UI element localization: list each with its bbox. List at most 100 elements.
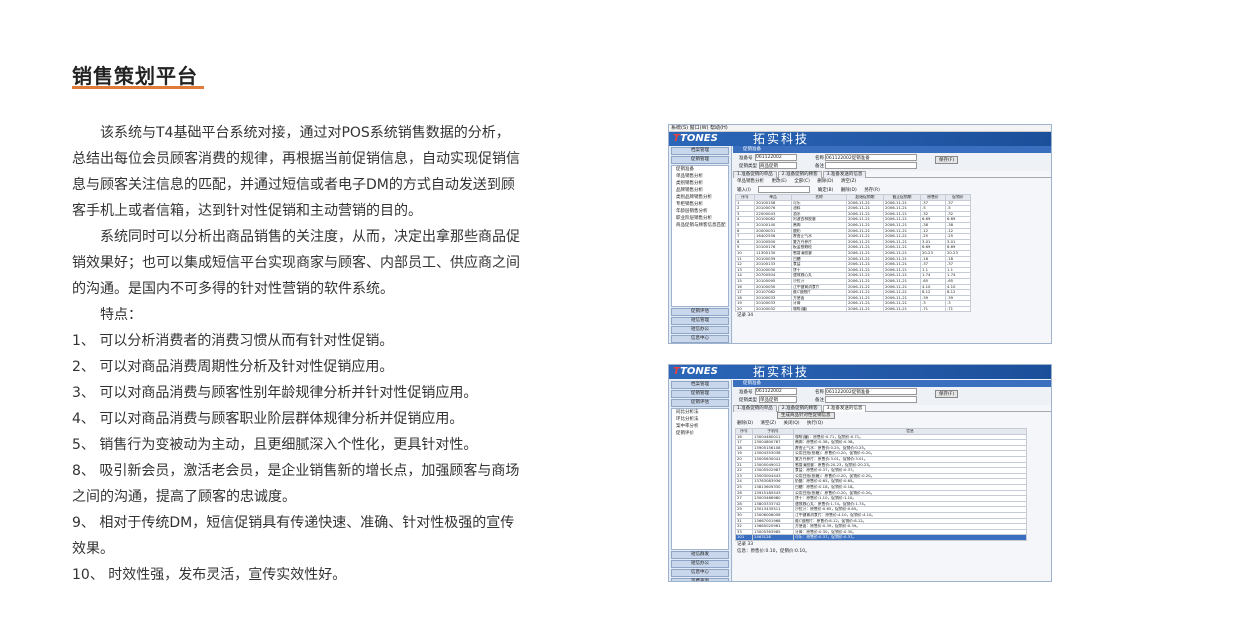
edit-button[interactable]: 更改(E)	[771, 179, 786, 184]
save-as-button[interactable]: 另存(R)	[864, 188, 880, 193]
filter-label: 输入(I)	[737, 188, 751, 193]
nav-button[interactable]: 短信群发	[671, 551, 729, 559]
app-logo: TTONES	[673, 366, 718, 377]
tab-items[interactable]: 1.准备促销的单品	[733, 405, 777, 412]
no-field[interactable]: 061122002	[755, 388, 797, 395]
nav-button[interactable]: 档案管理	[671, 381, 729, 389]
save-button[interactable]: 保存(F)	[935, 390, 959, 398]
tree-item[interactable]: 同比分析法	[672, 409, 728, 416]
sidebar: 档案管理 促销管理 促销评估 同比分析法 环比分析法 案中率分析 促销评价 短信群发 短信办…	[669, 380, 732, 581]
note-label: 备注	[815, 398, 824, 403]
tree-item[interactable]: 促销准备	[672, 166, 728, 173]
feature-item: 2、 可以对商品消费周期性分析及针对性促销应用。	[72, 359, 394, 375]
nav-button[interactable]: 信息中心	[671, 335, 729, 343]
save-button[interactable]: 保存(F)	[935, 156, 959, 164]
tree-item[interactable]: 单品销售分析	[672, 173, 728, 180]
note-field[interactable]	[825, 396, 917, 403]
tab-messages[interactable]: 3.准备发送的信息	[822, 405, 867, 412]
no-field[interactable]: 061122002	[755, 154, 797, 161]
tree-item[interactable]: 年龄层销售分析	[672, 208, 728, 215]
items-table: 序号 单品 名称 起始促销期 截止促销期 原售价 促销价 1 20100158 可乐 2006-11…	[735, 194, 971, 313]
record-count: 记录 33	[737, 541, 754, 547]
type-label: 促销类型	[739, 398, 757, 403]
company-name: 拓实科技	[753, 365, 810, 379]
window-title: 促销准备	[733, 380, 1051, 387]
feature-item: 8、 吸引新会员，激活老会员，是企业销售新的增长点，加强顾客与商场之间的沟通，提…	[72, 463, 520, 505]
table-row[interactable]: 101 2463128 可乐：原售价:0.37，促销价:0.37。	[735, 534, 1027, 541]
nav-button[interactable]: 促销评估	[671, 399, 729, 407]
table-cell: 20100032	[754, 305, 792, 313]
confirm-button[interactable]: 确定(B)	[818, 188, 834, 193]
nav-button[interactable]: 短信管理	[671, 317, 729, 325]
type-field[interactable]: 商品促销	[759, 162, 797, 169]
tree-item[interactable]: 职业阶层销售分析	[672, 215, 728, 222]
main-panel: 促销准备 准备号 061122002 名称 061122002促销准备 促销类型…	[733, 380, 1051, 581]
close-button[interactable]: 关闭(Q)	[783, 421, 799, 426]
name-field[interactable]: 061122002促销准备	[825, 154, 917, 161]
filter-bar: 输入(I) 确定(B) 删除(D) 另存(R)	[733, 186, 1051, 194]
tab-customers[interactable]: 2.准备促销的顾客	[777, 405, 822, 412]
features-label: 特点：	[100, 307, 142, 323]
tab-customers[interactable]: 2.准备促销的顾客	[777, 171, 822, 178]
window-title: 促销准备	[733, 146, 1051, 153]
table-cell: 2006-11-21	[883, 305, 921, 313]
app-banner: TTONES 拓实科技	[669, 365, 1051, 379]
app-screenshot-messages: TTONES 拓实科技 档案管理 促销管理 促销评估 同比分析法 环比分析法 案中率分析…	[668, 364, 1052, 582]
tree-item[interactable]: 品牌销售分析	[672, 187, 728, 194]
article-body: 该系统与T4基础平台系统对接，通过对POS系统销售数据的分析，总结出每位会员顾客…	[72, 120, 522, 588]
no-label: 准备号	[739, 156, 753, 161]
tree-item[interactable]: 促销评价	[672, 430, 728, 437]
message-footer: 信息：原售价:0.10，促销价:0.10。	[737, 548, 810, 554]
name-field[interactable]: 061122002促销准备	[825, 388, 917, 395]
paragraph: 系统同时可以分析出商品销售的关注度，从而，决定出拿那些商品促销效果好；也可以集成…	[72, 229, 520, 297]
sidebar: 档案管理 促销管理 促销准备 单品销售分析 类别销售分析 品牌销售分析 类别品牌销售分析专…	[669, 146, 732, 343]
table-cell: 101	[735, 534, 753, 541]
tab-items[interactable]: 1.准备促销的单品	[733, 171, 777, 178]
delete-button[interactable]: 删除(D)	[817, 179, 833, 184]
tree-item[interactable]: 商品促销与顾客信息匹配	[672, 222, 728, 229]
nav-button[interactable]: 资费查询	[671, 578, 729, 581]
run-button[interactable]: 执行(Q)	[807, 421, 823, 426]
company-name: 拓实科技	[753, 132, 810, 146]
table-cell: .71	[945, 305, 971, 313]
page-title: 销售策划平台	[72, 64, 198, 88]
table-cell: 2463128	[752, 534, 794, 541]
tab-messages[interactable]: 3.准备发送的信息	[822, 171, 867, 178]
feature-item: 1、 可以分析消费者的消费习惯从而有针对性促销。	[72, 333, 394, 349]
remove-button[interactable]: 删除(D)	[841, 188, 857, 193]
paragraph: 该系统与T4基础平台系统对接，通过对POS系统销售数据的分析，总结出每位会员顾客…	[72, 125, 520, 219]
table-cell: 20	[735, 305, 755, 313]
clear-button[interactable]: 清空(Z)	[841, 179, 857, 184]
tree-item[interactable]: 专柜销售分析	[672, 201, 728, 208]
record-count: 记录 34	[737, 313, 754, 319]
nav-button[interactable]: 促销管理	[671, 156, 729, 164]
tree-item[interactable]: 类别品牌销售分析	[672, 194, 728, 201]
clear-button[interactable]: 清空(Z)	[760, 421, 776, 426]
tree-item[interactable]: 类别销售分析	[672, 180, 728, 187]
filter-input[interactable]	[758, 186, 811, 193]
analysis-button[interactable]: 单品销售分析	[737, 179, 764, 184]
app-logo: TTONES	[673, 133, 718, 144]
nav-button[interactable]: 短信办公	[671, 326, 729, 334]
feature-item: 3、 可以对商品消费与顾客性别年龄规律分析并针对性促销应用。	[72, 385, 478, 401]
gen-bar: 生成商品针对性促销信息	[733, 412, 1051, 420]
nav-button[interactable]: 促销评估	[671, 308, 729, 316]
table-cell: 可乐：原售价:0.37，促销价:0.37。	[793, 534, 1027, 541]
delete-button[interactable]: 删除(D)	[737, 421, 753, 426]
prep-form: 准备号 061122002 名称 061122002促销准备 促销类型 商品促销…	[733, 153, 1051, 171]
tree-item[interactable]: 案中率分析	[672, 423, 728, 430]
table-row[interactable]: 20 20100032 咖啡(罐) 2006-11-21 2006-11-21.71.7…	[735, 305, 971, 313]
nav-button[interactable]: 短信办公	[671, 560, 729, 568]
tree-item[interactable]: 环比分析法	[672, 416, 728, 423]
table-cell: 2006-11-21	[846, 305, 884, 313]
type-field[interactable]: 单品促销	[759, 396, 797, 403]
no-label: 准备号	[739, 390, 753, 395]
nav-button[interactable]: 促销管理	[671, 390, 729, 398]
nav-button[interactable]: 档案管理	[671, 147, 729, 155]
feature-item: 9、 相对于传统DM，短信促销具有传递快速、准确、针对性极强的宣传效果。	[72, 515, 515, 557]
messages-table: 序号 手机号 信息 16 13004480011 咖啡(罐)：原售价:0.71，促销价:0…	[735, 428, 1027, 541]
note-field[interactable]	[825, 162, 917, 169]
generate-button[interactable]: 生成商品针对性促销信息	[777, 412, 835, 419]
all-button[interactable]: 全部(C)	[794, 179, 810, 184]
nav-button[interactable]: 信息中心	[671, 569, 729, 577]
